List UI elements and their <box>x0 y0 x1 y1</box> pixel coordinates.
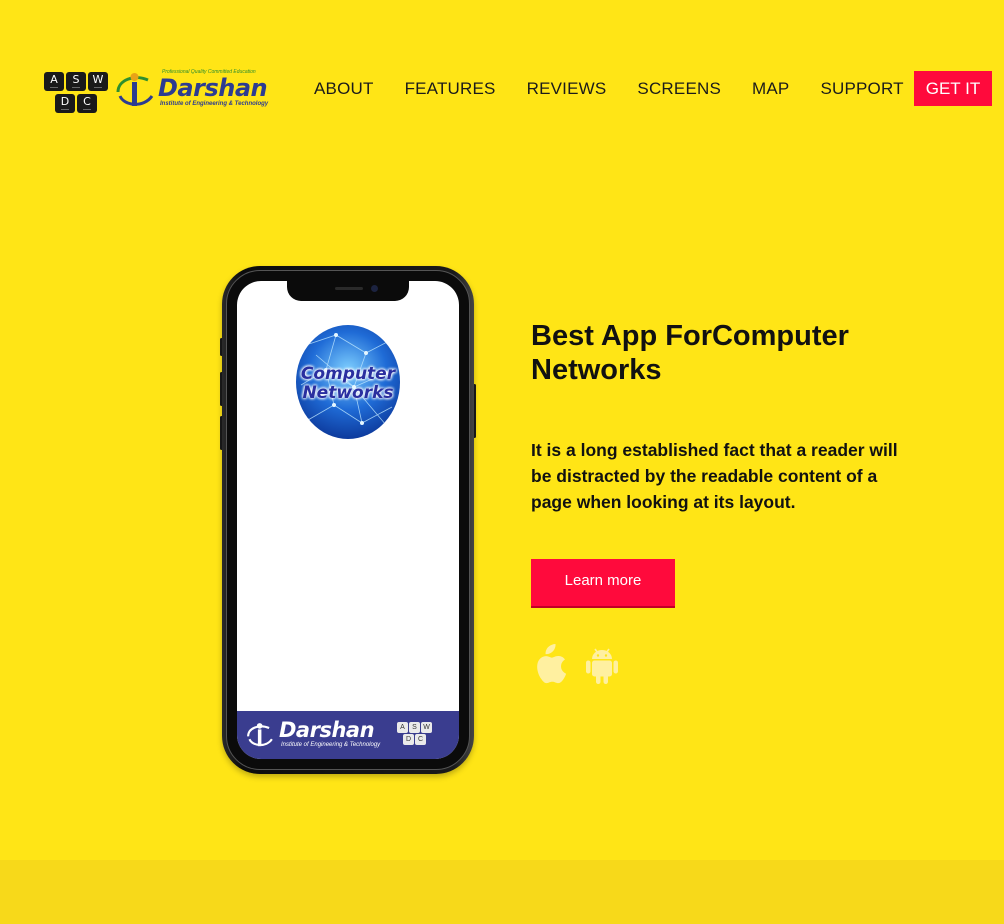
phone-screen-footer: Darshan Institute of Engineering & Techn… <box>237 711 459 759</box>
speaker-grille <box>335 287 363 290</box>
footer-logo-key: C <box>415 734 426 745</box>
android-icon[interactable] <box>585 644 619 686</box>
aswdc-logo: A S W D C <box>44 72 110 116</box>
footer-brand-subtitle: Institute of Engineering & Technology <box>281 742 381 748</box>
app-logo-line1: Computer <box>300 364 396 384</box>
darshan-emblem-icon <box>116 73 154 106</box>
phone-shell: Computer Networks Darshan Institute of E… <box>222 266 474 774</box>
site-logo[interactable]: A S W D C Professional Quality Committed… <box>44 68 268 118</box>
footer-aswdc-logo: A S W D C <box>397 722 433 748</box>
apple-icon[interactable] <box>531 644 567 686</box>
get-it-button[interactable]: GET IT <box>914 71 992 106</box>
hero-title-light: Best App For <box>531 320 712 352</box>
footer-logo-key: W <box>421 722 432 733</box>
logo-key: D <box>55 94 75 113</box>
footer-logo-key: A <box>397 722 408 733</box>
nav-reviews[interactable]: REVIEWS <box>527 71 607 107</box>
camera-icon <box>371 285 378 292</box>
store-icons <box>531 643 637 687</box>
nav-features[interactable]: FEATURES <box>405 71 496 107</box>
phone-notch <box>287 281 409 301</box>
nav-support[interactable]: SUPPORT <box>820 71 903 107</box>
hero-description: It is a long established fact that a rea… <box>531 440 898 512</box>
nav-about[interactable]: ABOUT <box>314 71 374 107</box>
footer-logo-key: D <box>403 734 414 745</box>
phone-screen: Computer Networks Darshan Institute of E… <box>237 281 459 759</box>
main-nav: ABOUT FEATURES REVIEWS SCREENS MAP SUPPO… <box>314 71 923 107</box>
logo-key: W <box>88 72 108 91</box>
logo-key: C <box>77 94 97 113</box>
brand-name: Darshan <box>158 74 268 102</box>
app-logo-line2: Networks <box>302 383 394 403</box>
brand-subtitle: Institute of Engineering & Technology <box>160 101 269 107</box>
footer-brand-name: Darshan <box>279 718 375 742</box>
next-section-band <box>0 860 1004 924</box>
logo-key: A <box>44 72 64 91</box>
footer-logo-key: S <box>409 722 420 733</box>
learn-more-button[interactable]: Learn more <box>531 559 675 606</box>
app-logo-text: Computer Networks <box>296 365 400 403</box>
nav-map[interactable]: MAP <box>752 71 789 107</box>
hero-title: Best App ForComputer Networks <box>531 319 911 387</box>
nav-screens[interactable]: SCREENS <box>637 71 721 107</box>
logo-key: S <box>66 72 86 91</box>
darshan-emblem-icon <box>247 723 273 747</box>
phone-mockup: Computer Networks Darshan Institute of E… <box>220 266 476 776</box>
app-logo: Computer Networks <box>296 325 400 439</box>
